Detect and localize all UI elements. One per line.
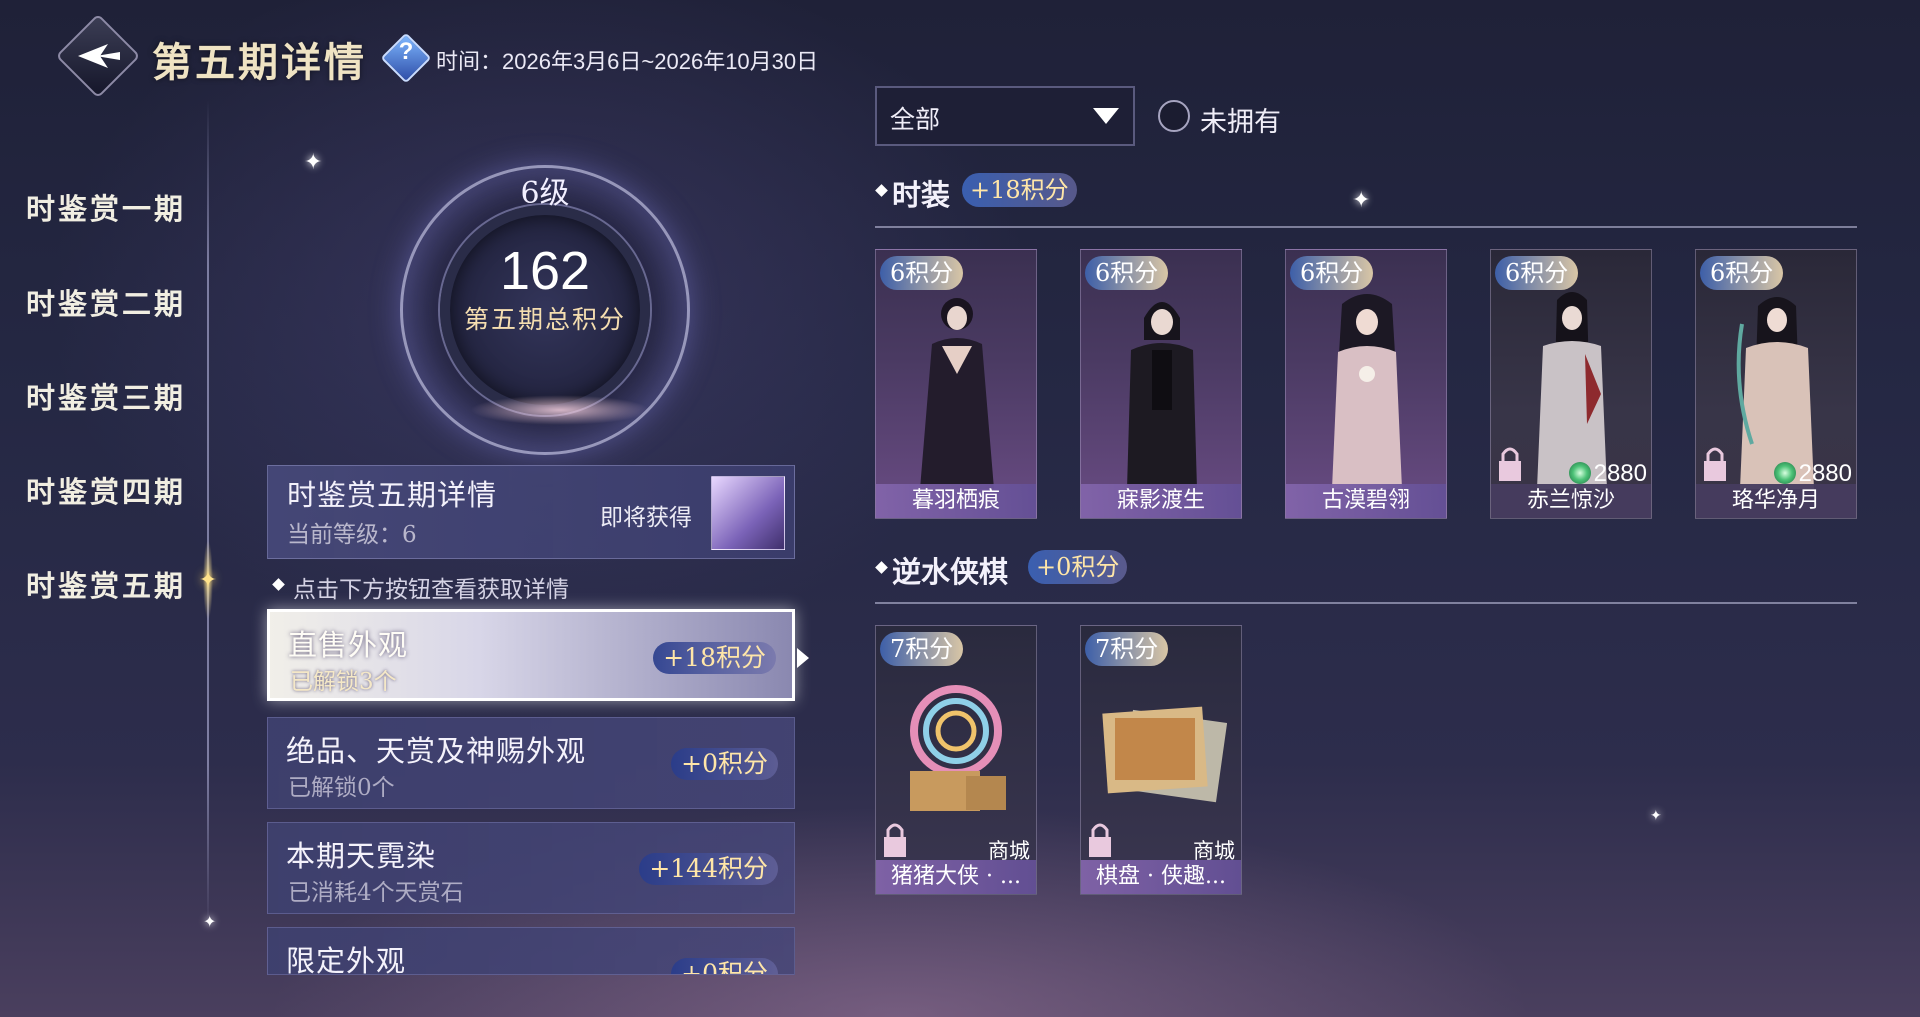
- lock-icon: [1499, 447, 1521, 481]
- jade-currency-icon: [1569, 462, 1591, 484]
- costume-figure-icon: [1127, 302, 1197, 489]
- item-name: 珞华净月: [1696, 484, 1856, 518]
- nav-item-period-4[interactable]: 时鉴赏四期: [26, 469, 186, 511]
- costume-figure-icon: [1537, 292, 1607, 489]
- section-diamond-icon: [875, 561, 888, 574]
- item-card[interactable]: 6积分 2880 赤兰惊沙: [1490, 249, 1652, 519]
- item-name: 寐影渡生: [1081, 484, 1241, 518]
- chess-piece-icon: [910, 685, 1006, 811]
- category-title: 绝品、天赏及神赐外观: [286, 734, 587, 768]
- item-card[interactable]: 6积分 2880 珞华净月: [1695, 249, 1857, 519]
- item-points: 7积分: [1085, 632, 1169, 666]
- category-points: +0积分: [671, 958, 778, 974]
- sparkle-icon: ✦: [203, 912, 217, 931]
- sparkle-icon: ✦: [1352, 188, 1371, 213]
- page-title: 第五期详情: [152, 39, 367, 86]
- item-name: 暮羽栖痕: [876, 484, 1036, 518]
- category-title: 直售外观: [288, 628, 409, 662]
- item-card[interactable]: 7积分 商城 棋盘 · 侠趣...: [1080, 625, 1242, 895]
- section-diamond-icon: [875, 184, 888, 197]
- period-time: 时间：2026年3月6日~2026年10月30日: [436, 49, 819, 74]
- help-question-mark: ?: [398, 38, 414, 65]
- lock-icon: [1704, 447, 1726, 481]
- level-label: 6级: [520, 176, 570, 211]
- item-name: 古漠碧翎: [1286, 484, 1446, 518]
- active-pointer-icon: [797, 648, 809, 668]
- category-title: 限定外观: [286, 944, 407, 975]
- not-owned-label[interactable]: 未拥有: [1200, 100, 1281, 139]
- dropdown-arrow-icon: [1093, 108, 1119, 124]
- item-card[interactable]: 6积分 古漠碧翎: [1285, 249, 1447, 519]
- ring-glow: [470, 395, 650, 425]
- costume-figure-icon: [1736, 297, 1814, 489]
- section-divider: [875, 226, 1857, 228]
- nav-item-period-2[interactable]: 时鉴赏二期: [26, 281, 186, 323]
- section-title-fashion: 时装: [892, 178, 951, 212]
- category-sub: 已消耗4个天赏石: [288, 880, 464, 906]
- filter-selected-value: 全部: [890, 105, 941, 134]
- upcoming-reward-thumbnail[interactable]: [711, 476, 785, 550]
- category-premium[interactable]: 绝品、天赏及神赐外观 已解锁0个 +0积分: [267, 717, 795, 809]
- nav-item-period-3[interactable]: 时鉴赏三期: [26, 375, 186, 417]
- category-limited[interactable]: 限定外观 +0积分: [267, 927, 795, 975]
- category-dye[interactable]: 本期天霓染 已消耗4个天赏石 +144积分: [267, 822, 795, 914]
- category-sub: 已解锁3个: [290, 669, 397, 695]
- category-points: +18积分: [653, 642, 776, 674]
- upcoming-reward-label: 即将获得: [600, 505, 692, 531]
- category-points: +0积分: [671, 748, 778, 780]
- hint-diamond-icon: [272, 578, 285, 591]
- item-card[interactable]: 7积分 商城 猪猪大侠 · ...: [875, 625, 1037, 895]
- chessboard-icon: [1102, 706, 1227, 803]
- section-divider: [875, 602, 1857, 604]
- category-sub: 已解锁0个: [288, 775, 395, 801]
- item-points: 6积分: [1085, 256, 1169, 290]
- section-badge-chess: +0积分: [1028, 550, 1128, 584]
- category-points: +144积分: [639, 853, 778, 885]
- item-card[interactable]: 6积分 暮羽栖痕: [875, 249, 1037, 519]
- item-points: 6积分: [1700, 256, 1784, 290]
- item-name: 猪猪大侠 · ...: [876, 860, 1036, 894]
- costume-figure-icon: [1332, 294, 1402, 489]
- category-title: 本期天霓染: [286, 839, 437, 873]
- hint-text: 点击下方按钮查看获取详情: [293, 577, 569, 603]
- category-direct-sale[interactable]: 直售外观 已解锁3个 +18积分: [267, 609, 795, 701]
- item-points: 6积分: [880, 256, 964, 290]
- period-details-title: 时鉴赏五期详情: [287, 478, 498, 512]
- back-arrow-icon: [78, 44, 120, 68]
- sparkle-icon: ✦: [304, 150, 323, 175]
- jade-currency-icon: [1774, 462, 1796, 484]
- item-card[interactable]: 6积分 寐影渡生: [1080, 249, 1242, 519]
- sparkle-icon: ✦: [1650, 808, 1662, 824]
- item-name: 棋盘 · 侠趣...: [1081, 860, 1241, 894]
- nav-divider: [207, 100, 209, 930]
- item-points: 7积分: [880, 632, 964, 666]
- item-points: 6积分: [1495, 256, 1579, 290]
- not-owned-radio[interactable]: [1158, 100, 1190, 132]
- costume-figure-icon: [920, 298, 994, 489]
- section-title-chess: 逆水侠棋: [892, 555, 1009, 589]
- total-score-label: 第五期总积分: [463, 305, 626, 334]
- lock-icon: [1089, 823, 1111, 857]
- nav-active-star-icon: ✦: [198, 568, 218, 593]
- section-badge-fashion: +18积分: [962, 173, 1077, 207]
- item-name: 赤兰惊沙: [1491, 484, 1651, 518]
- item-points: 6积分: [1290, 256, 1374, 290]
- nav-item-period-1[interactable]: 时鉴赏一期: [26, 186, 186, 228]
- nav-item-period-5[interactable]: 时鉴赏五期: [26, 563, 186, 605]
- current-level: 当前等级：6: [287, 522, 417, 548]
- total-score: 162: [499, 241, 591, 301]
- lock-icon: [884, 823, 906, 857]
